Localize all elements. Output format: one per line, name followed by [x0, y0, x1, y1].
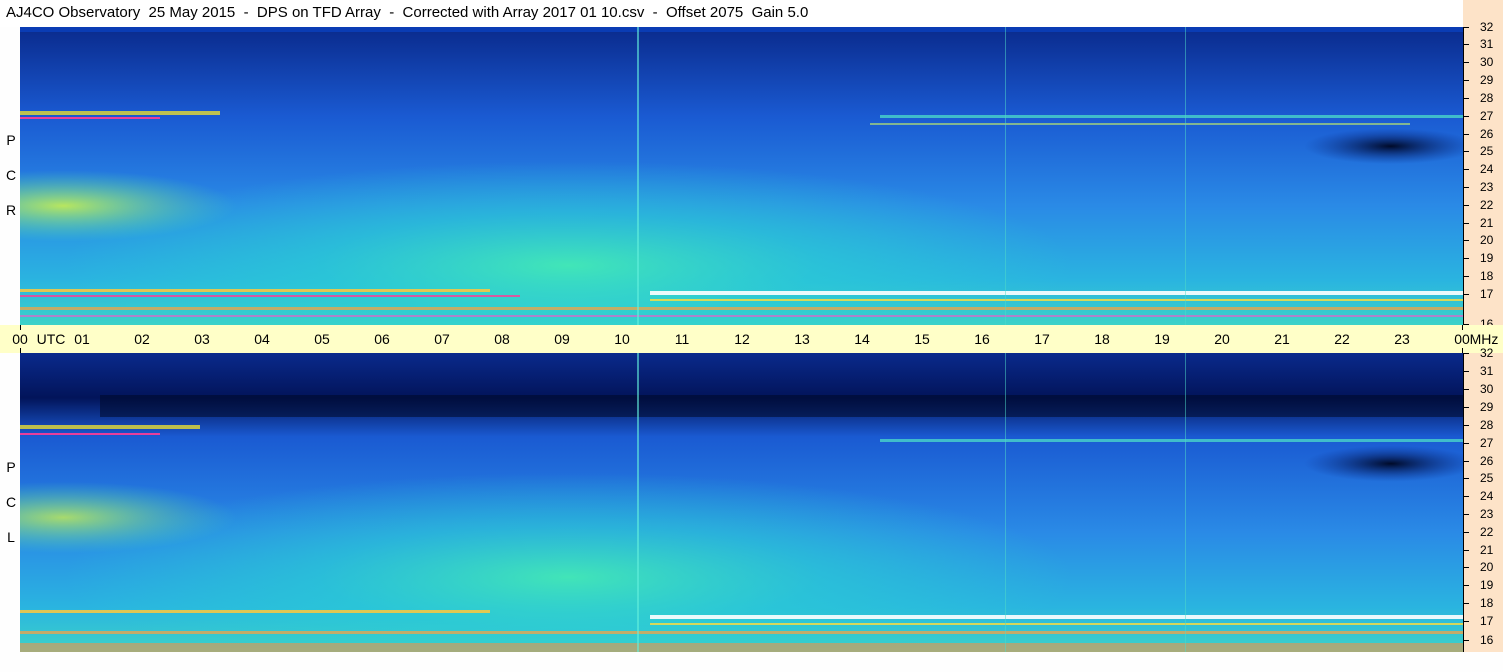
time-label: 14	[854, 331, 870, 347]
freq-label: 26	[1480, 454, 1494, 468]
freq-label: 28	[1480, 91, 1494, 105]
pol-letter: P	[6, 132, 16, 148]
freq-label: 26	[1480, 127, 1494, 141]
time-label: 01	[74, 331, 90, 347]
polarization-label-lcp: P C L	[0, 353, 20, 652]
freq-label: 29	[1480, 400, 1494, 414]
time-label: 19	[1154, 331, 1170, 347]
time-label: 23	[1394, 331, 1410, 347]
page-title: AJ4CO Observatory 25 May 2015 - DPS on T…	[6, 4, 809, 21]
freq-label: 27	[1480, 436, 1494, 450]
time-label: 00	[1454, 331, 1470, 347]
freq-label: 22	[1480, 525, 1494, 539]
time-label: 18	[1094, 331, 1110, 347]
pol-letter: R	[5, 202, 17, 218]
freq-label: 24	[1480, 162, 1494, 176]
time-label: 13	[794, 331, 810, 347]
time-label: 17	[1034, 331, 1050, 347]
freq-label: 19	[1480, 578, 1494, 592]
time-label: UTC	[36, 331, 66, 347]
freq-label: 28	[1480, 418, 1494, 432]
freq-label: 31	[1480, 364, 1494, 378]
time-label: 16	[974, 331, 990, 347]
time-label: 20	[1214, 331, 1230, 347]
polarization-label-rcp: P C R	[0, 27, 20, 325]
time-label: 02	[134, 331, 150, 347]
freq-label: 29	[1480, 73, 1494, 87]
time-label: 06	[374, 331, 390, 347]
freq-label: 16	[1480, 633, 1494, 647]
time-axis: 00 UTC 01 02 03 04 05 06 07 08 09 10 11 …	[0, 325, 1503, 353]
time-label: 11	[674, 331, 690, 347]
time-label: 07	[434, 331, 450, 347]
time-label: 21	[1274, 331, 1290, 347]
freq-label: 18	[1480, 269, 1494, 283]
time-label: 10	[614, 331, 630, 347]
freq-label: 19	[1480, 251, 1494, 265]
freq-label: 21	[1480, 543, 1494, 557]
pol-letter: P	[6, 459, 16, 475]
time-label: 15	[914, 331, 930, 347]
freq-label: 25	[1480, 471, 1494, 485]
time-label: 03	[194, 331, 210, 347]
freq-label: 30	[1480, 55, 1494, 69]
time-label: 12	[734, 331, 750, 347]
pol-letter: C	[5, 167, 17, 183]
spectrogram-lcp	[20, 353, 1463, 652]
time-label: 22	[1334, 331, 1350, 347]
pol-letter: C	[5, 494, 17, 510]
freq-axis-lcp: 32 31 30 29 28 27 26 25 24 23 22 21 20 1…	[1463, 347, 1503, 652]
time-label: 00	[12, 331, 28, 347]
freq-label: 31	[1480, 37, 1494, 51]
freq-label: 18	[1480, 596, 1494, 610]
freq-label: 17	[1480, 614, 1494, 628]
freq-label: 27	[1480, 109, 1494, 123]
freq-label: 23	[1480, 507, 1494, 521]
spectrogram-rcp	[20, 27, 1463, 325]
freq-label: 24	[1480, 489, 1494, 503]
pol-letter: L	[7, 529, 15, 545]
time-label: 05	[314, 331, 330, 347]
freq-label: 20	[1480, 233, 1494, 247]
freq-label: 22	[1480, 198, 1494, 212]
freq-label: 32	[1480, 20, 1494, 34]
freq-label: 25	[1480, 144, 1494, 158]
freq-label: 23	[1480, 180, 1494, 194]
freq-axis-rcp: 32 31 30 29 28 27 26 25 24 23 22 21 20 1…	[1463, 21, 1503, 330]
time-label: MHz	[1469, 331, 1499, 347]
bottom-margin	[0, 652, 1503, 672]
freq-label: 32	[1480, 346, 1494, 360]
time-label: 04	[254, 331, 270, 347]
time-label: 08	[494, 331, 510, 347]
freq-label: 17	[1480, 287, 1494, 301]
time-label: 09	[554, 331, 570, 347]
freq-label: 30	[1480, 382, 1494, 396]
freq-label: 21	[1480, 216, 1494, 230]
freq-label: 20	[1480, 560, 1494, 574]
